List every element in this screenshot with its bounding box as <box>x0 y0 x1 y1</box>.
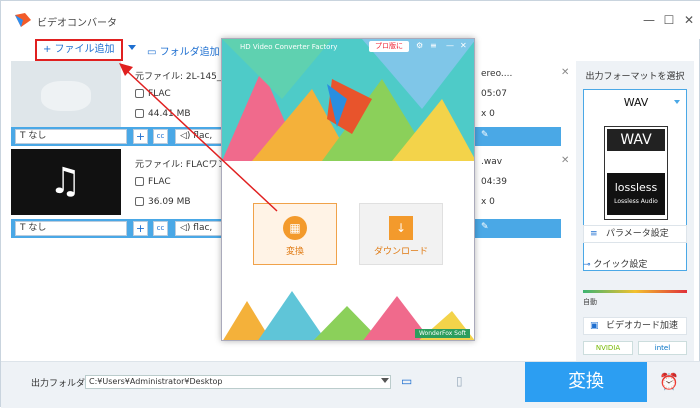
video-thumbnail[interactable]: ♫ <box>11 149 121 215</box>
audio-text: flac, <box>193 131 213 141</box>
chevron-down-icon[interactable] <box>381 378 389 383</box>
bottom-bar: 出力フォルダ： C:¥Users¥Administrator¥Desktop ▭… <box>1 361 700 408</box>
output-info: .wav 04:39 x 0 ✕ <box>481 155 569 217</box>
size-text: 36.09 MB <box>148 197 191 207</box>
subtitle-text: なし <box>28 223 47 233</box>
remove-icon[interactable]: ✕ <box>561 67 569 78</box>
output-panel: 出力フォーマットを選択 WAV WAV lossless Lossless Au… <box>576 61 694 361</box>
download-module-button[interactable]: ↓ ダウンロード <box>359 203 443 265</box>
audio-text: flac, <box>193 223 213 233</box>
quick-label: クイック設定 <box>593 260 648 270</box>
output-format-label: 出力フォーマットを選択 <box>585 72 685 82</box>
folder-icon <box>135 109 144 118</box>
maximize-button[interactable]: ☐ <box>661 12 677 28</box>
duration: 04:39 <box>481 177 507 187</box>
convert-module-label: 変換 <box>285 247 304 257</box>
add-subtitle-button[interactable]: + <box>133 129 148 144</box>
count: x 0 <box>481 109 495 119</box>
close-button[interactable]: ✕ <box>681 12 697 28</box>
source-file: 元ファイル: FLACワン <box>135 160 227 170</box>
add-file-dropdown-icon[interactable] <box>128 45 136 50</box>
output-path-field[interactable]: C:¥Users¥Administrator¥Desktop <box>85 375 391 389</box>
add-folder-label: フォルダ追加 <box>159 47 220 58</box>
settings-icon[interactable]: ⚙ <box>416 41 423 50</box>
lossless-badge: lossless Lossless Audio <box>607 173 665 215</box>
app-title: ビデオコンバータ <box>37 18 117 29</box>
alarm-clock-icon[interactable]: ⏰ <box>659 372 679 391</box>
cc-icon[interactable]: cc <box>153 221 168 236</box>
open-folder-icon[interactable]: ▯ <box>456 374 463 388</box>
popup-minimize-button[interactable]: — <box>446 41 454 50</box>
source-file: 元ファイル: 2L-145_0 <box>135 72 228 82</box>
format-text: FLAC <box>148 89 171 99</box>
popup-close-button[interactable]: ✕ <box>460 41 467 50</box>
size-value: 44.41 MB <box>135 109 191 119</box>
cc-icon[interactable]: cc <box>153 129 168 144</box>
speaker-icon: ◁) <box>180 131 194 141</box>
remove-icon[interactable]: ✕ <box>561 155 569 166</box>
pro-upgrade-button[interactable]: プロ版に <box>369 41 409 52</box>
cover-art <box>41 81 91 111</box>
lossless-sub: Lossless Audio <box>614 198 658 205</box>
gpu-icon: ▣ <box>590 321 599 331</box>
convert-button[interactable]: 変換 <box>525 362 647 402</box>
menu-icon[interactable]: ≡ <box>430 41 437 50</box>
gpu-label: ビデオカード加速 <box>606 321 679 331</box>
quality-slider[interactable] <box>583 290 687 293</box>
wav-badge: WAV lossless Lossless Audio <box>604 126 668 220</box>
convert-module-button[interactable]: ▦ 変換 <box>253 203 337 265</box>
quick-settings: ⊸ クイック設定 <box>583 257 647 270</box>
download-module-label: ダウンロード <box>373 247 428 257</box>
params-label: パラメータ設定 <box>606 229 669 239</box>
format-value: FLAC <box>135 89 171 99</box>
edit-icon[interactable]: ✎ <box>481 130 489 140</box>
format-icon <box>135 177 144 186</box>
browse-folder-icon[interactable]: ▭ <box>401 374 412 388</box>
title-bar: ビデオコンバータ — ☐ ✕ <box>1 1 700 39</box>
format-value: FLAC <box>135 177 171 187</box>
folder-icon <box>135 197 144 206</box>
folder-icon: ▭ <box>147 47 160 58</box>
main-window: ビデオコンバータ — ☐ ✕ + ファイル追加 ▭ フォルダ追加 元ファイル: … <box>0 0 700 408</box>
wav-badge-title: WAV <box>607 129 665 151</box>
size-text: 44.41 MB <box>148 109 191 119</box>
quick-icon: ⊸ <box>583 260 594 270</box>
popup-title: HD Video Converter Factory <box>240 43 338 51</box>
subtitle-select[interactable]: T なし <box>15 129 127 144</box>
launcher-popup: HD Video Converter Factory プロ版に ⚙ ≡ — ✕ … <box>221 38 475 341</box>
format-name: WAV <box>623 96 649 109</box>
edit-icon[interactable]: ✎ <box>481 222 489 232</box>
popup-header-art <box>222 39 474 161</box>
lossless-text: lossless <box>614 181 658 194</box>
count: x 0 <box>481 197 495 207</box>
intel-badge: intel <box>638 341 687 355</box>
sliders-icon: ≡ <box>590 229 598 239</box>
wonderfox-badge: WonderFox Soft <box>414 329 470 338</box>
nvidia-badge: NVIDIA <box>583 341 633 355</box>
video-thumbnail[interactable] <box>11 61 121 127</box>
minimize-button[interactable]: — <box>641 12 657 28</box>
speaker-icon: ◁) <box>180 223 194 233</box>
parameter-settings-button[interactable]: ≡ パラメータ設定 <box>583 225 687 243</box>
subtitle-text: なし <box>28 131 47 141</box>
download-icon: ↓ <box>389 216 413 240</box>
output-info: ereo.... 05:07 x 0 ✕ <box>481 67 569 129</box>
format-text: FLAC <box>148 177 171 187</box>
size-value: 36.09 MB <box>135 197 191 207</box>
add-file-button[interactable]: + ファイル追加 <box>35 39 123 61</box>
auto-label: 自動 <box>583 298 597 306</box>
film-icon: ▦ <box>283 216 307 240</box>
app-logo-icon <box>15 13 31 27</box>
add-subtitle-button[interactable]: + <box>133 221 148 236</box>
format-selector[interactable]: WAV WAV lossless Lossless Audio <box>583 89 687 271</box>
gpu-acceleration-button[interactable]: ▣ ビデオカード加速 <box>583 317 687 335</box>
subtitle-select[interactable]: T なし <box>15 221 127 236</box>
output-name: ereo.... <box>481 69 513 79</box>
add-folder-button[interactable]: ▭ フォルダ追加 <box>147 43 220 58</box>
music-note-icon: ♫ <box>49 161 82 202</box>
duration: 05:07 <box>481 89 507 99</box>
format-icon <box>135 89 144 98</box>
chevron-down-icon <box>674 100 680 104</box>
output-name: .wav <box>481 157 503 167</box>
